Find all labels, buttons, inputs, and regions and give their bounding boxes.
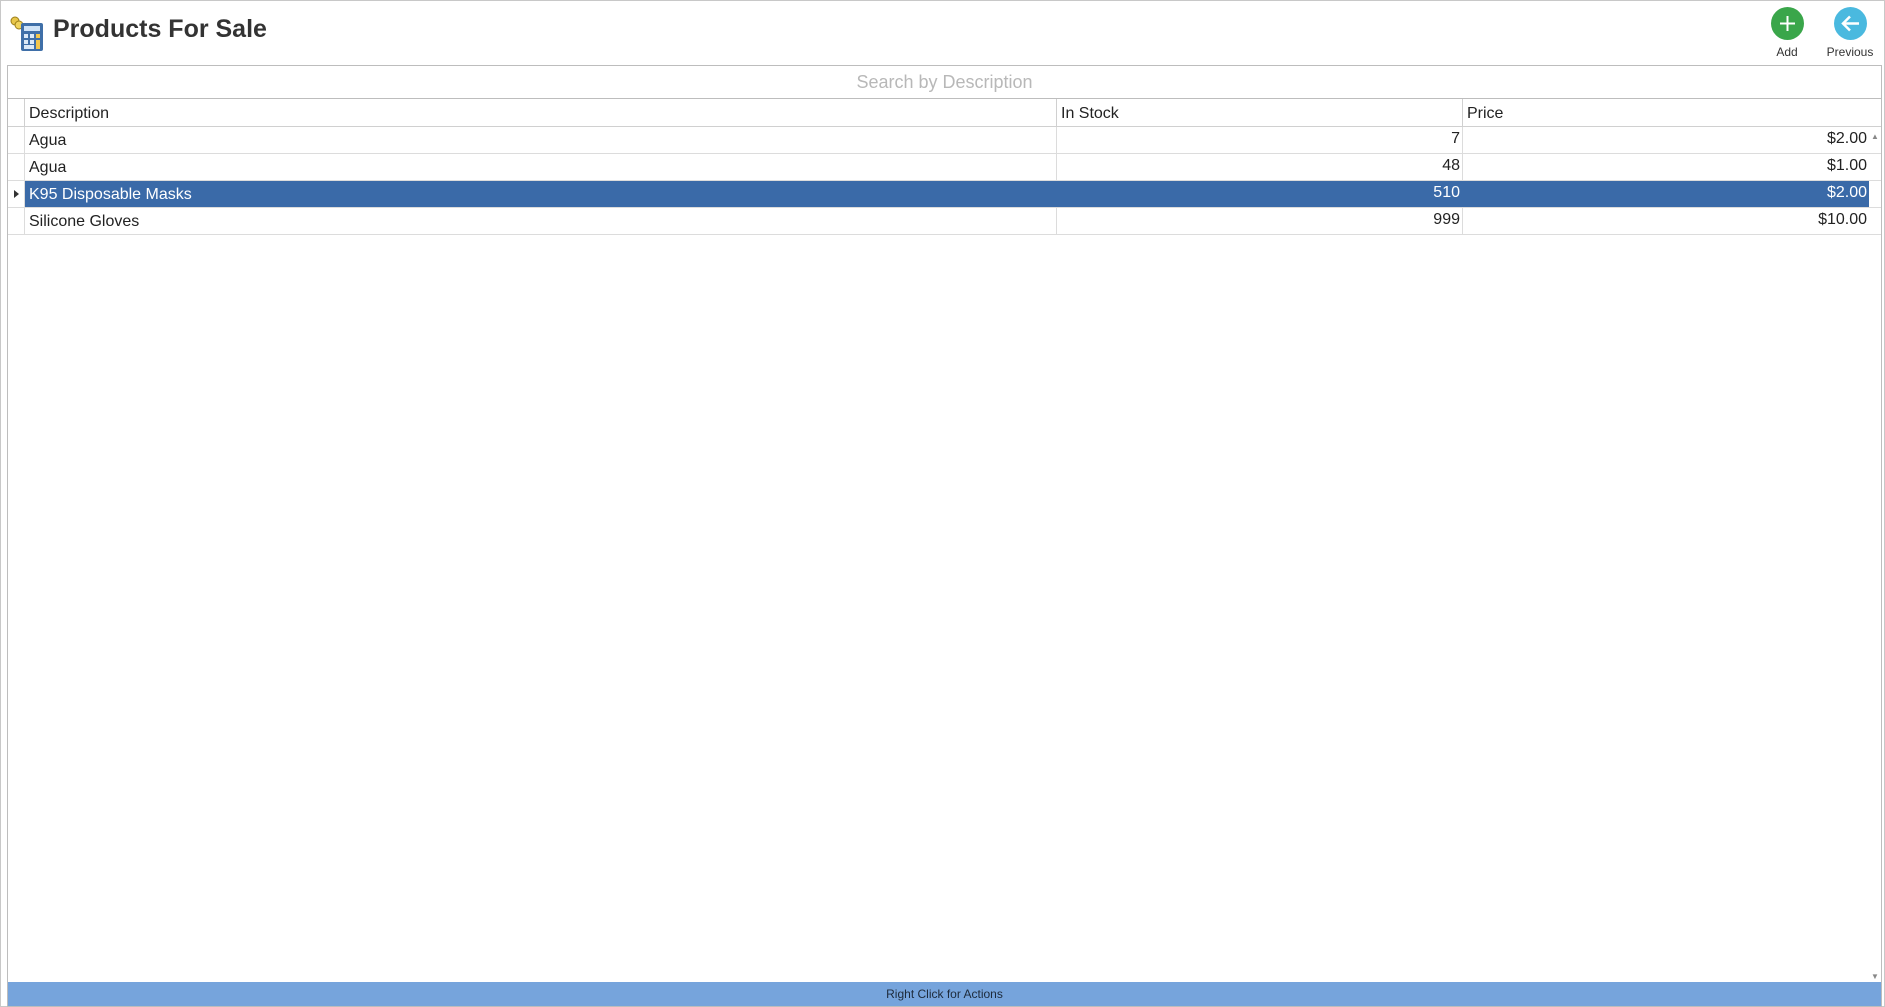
cell-price[interactable]: $2.00 <box>1462 127 1869 153</box>
cell-price[interactable]: $10.00 <box>1462 208 1869 234</box>
plus-icon <box>1770 7 1804 40</box>
current-row-arrow-icon <box>14 190 19 198</box>
column-header-price[interactable]: Price <box>1462 99 1869 126</box>
row-indicator <box>8 127 24 153</box>
table-row[interactable]: Agua 7 $2.00 <box>8 127 1881 154</box>
scroll-up-arrow-icon[interactable]: ▲ <box>1870 132 1880 142</box>
cell-description[interactable]: Agua <box>24 127 1056 153</box>
column-header-row: Description In Stock Price <box>8 99 1881 127</box>
add-button[interactable]: Add <box>1755 7 1819 63</box>
arrow-left-icon <box>1833 7 1867 40</box>
cell-description[interactable]: Silicone Gloves <box>24 208 1056 234</box>
calculator-coins-icon <box>9 15 47 53</box>
cell-description[interactable]: Agua <box>24 154 1056 180</box>
table-row[interactable]: Silicone Gloves 999 $10.00 <box>8 208 1881 235</box>
table-row[interactable]: Agua 48 $1.00 <box>8 154 1881 181</box>
add-button-label: Add <box>1776 45 1798 59</box>
table-body: Agua 7 $2.00 Agua 48 $1.00 K95 Disposabl… <box>8 127 1881 235</box>
cell-description[interactable]: K95 Disposable Masks <box>24 181 1056 207</box>
page-title: Products For Sale <box>53 15 267 43</box>
scroll-down-arrow-icon[interactable]: ▼ <box>1870 972 1880 982</box>
cell-in-stock[interactable]: 999 <box>1056 208 1462 234</box>
column-header-in-stock[interactable]: In Stock <box>1056 99 1462 126</box>
cell-price[interactable]: $2.00 <box>1462 181 1869 207</box>
cell-in-stock[interactable]: 7 <box>1056 127 1462 153</box>
status-bar[interactable]: Right Click for Actions <box>8 982 1881 1006</box>
cell-price[interactable]: $1.00 <box>1462 154 1869 180</box>
search-box <box>8 66 1881 99</box>
products-grid: Description In Stock Price Agua 7 $2.00 … <box>7 65 1882 1007</box>
cell-in-stock[interactable]: 48 <box>1056 154 1462 180</box>
column-header-description[interactable]: Description <box>24 99 1056 126</box>
table-row-selected[interactable]: K95 Disposable Masks 510 $2.00 <box>8 181 1881 208</box>
cell-in-stock[interactable]: 510 <box>1056 181 1462 207</box>
header: Products For Sale Add Previous <box>1 1 1884 65</box>
search-input[interactable] <box>8 66 1881 98</box>
row-indicator <box>8 208 24 234</box>
row-indicator <box>8 154 24 180</box>
previous-button-label: Previous <box>1826 45 1874 59</box>
row-indicator <box>8 181 24 207</box>
previous-button[interactable]: Previous <box>1818 7 1882 63</box>
products-window: Products For Sale Add Previous Search by… <box>0 0 1885 1007</box>
